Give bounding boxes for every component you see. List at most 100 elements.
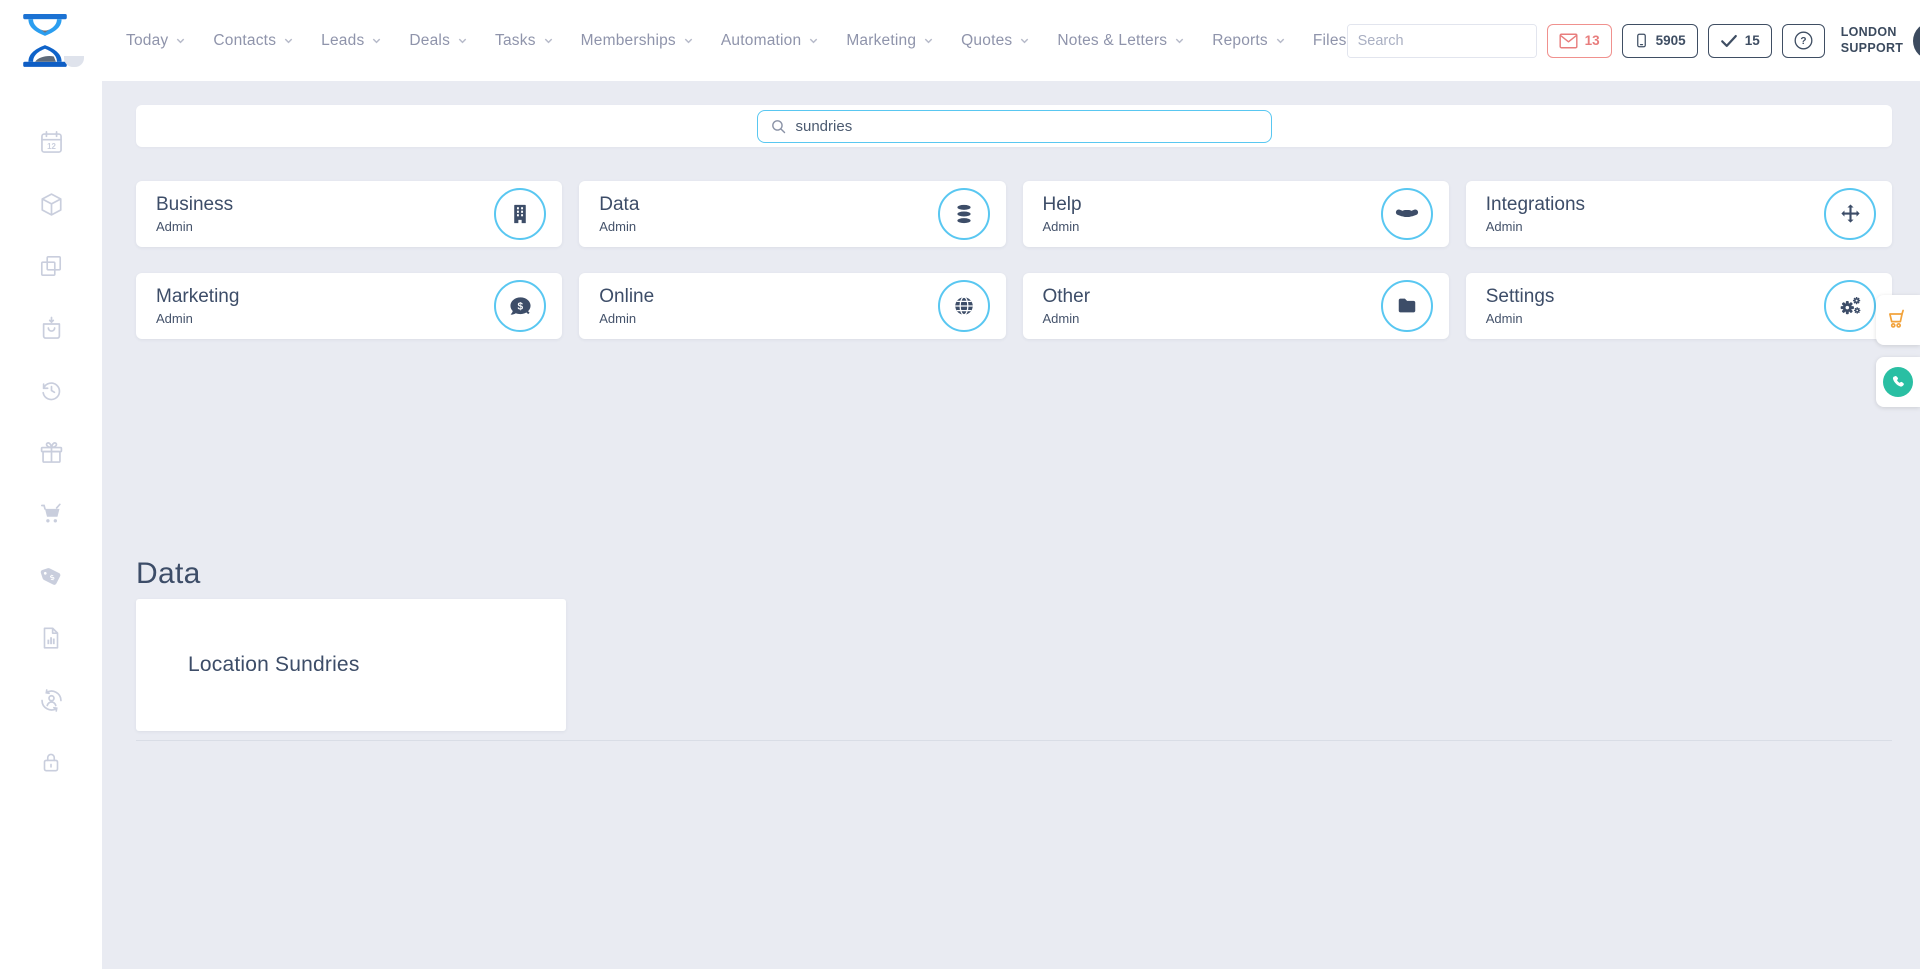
icon-sidebar: 12 $ bbox=[0, 81, 102, 969]
card-integrations-admin[interactable]: Integrations Admin bbox=[1465, 181, 1892, 247]
nav-label: Tasks bbox=[495, 31, 536, 49]
sidebar-item-packages[interactable] bbox=[37, 190, 65, 218]
gears-icon bbox=[1824, 280, 1876, 332]
nav-label: Reports bbox=[1212, 31, 1268, 49]
phone-circle bbox=[1883, 367, 1913, 397]
nav-item-reports[interactable]: Reports bbox=[1212, 32, 1286, 50]
pos-cart-tab[interactable] bbox=[1876, 295, 1920, 345]
card-settings-admin[interactable]: Settings Admin bbox=[1465, 273, 1892, 339]
results-section-heading: Data bbox=[136, 557, 201, 590]
nav-item-deals[interactable]: Deals bbox=[409, 32, 468, 50]
phone-tab[interactable] bbox=[1876, 357, 1920, 407]
sidebar-item-collect-orders[interactable] bbox=[37, 314, 65, 342]
nav-item-notes-letters[interactable]: Notes & Letters bbox=[1057, 32, 1185, 50]
bag-collect-icon bbox=[42, 316, 60, 339]
nav-label: Deals bbox=[409, 31, 451, 49]
help-badge[interactable]: ? bbox=[1781, 23, 1825, 58]
nav-item-marketing[interactable]: Marketing bbox=[846, 32, 934, 50]
sidebar-item-calendar[interactable]: 12 bbox=[37, 128, 65, 156]
nav-label: Notes & Letters bbox=[1057, 31, 1168, 49]
chevron-down-icon bbox=[544, 38, 552, 44]
nav-item-tasks[interactable]: Tasks bbox=[495, 32, 554, 50]
card-text: Other Admin bbox=[1042, 286, 1091, 326]
folder-icon bbox=[1380, 280, 1433, 332]
comment-dollar-icon: $ bbox=[494, 280, 547, 332]
question-circle-icon: ? bbox=[1794, 31, 1813, 50]
card-text: Data Admin bbox=[599, 194, 640, 234]
sidebar-item-reports[interactable] bbox=[37, 624, 65, 652]
mobile-icon bbox=[1636, 33, 1646, 48]
chevron-down-icon bbox=[177, 38, 185, 44]
nav-label: Marketing bbox=[846, 31, 917, 49]
user-name: LONDON SUPPORT bbox=[1840, 24, 1904, 55]
envelope-icon bbox=[1559, 33, 1578, 48]
cart-icon bbox=[40, 503, 61, 522]
member-sync-icon bbox=[40, 688, 62, 712]
tasks-badge[interactable]: 15 bbox=[1707, 23, 1772, 58]
card-online-admin[interactable]: Online Admin bbox=[579, 273, 1006, 339]
section-divider bbox=[136, 740, 1892, 741]
nav-item-quotes[interactable]: Quotes bbox=[961, 32, 1030, 50]
svg-text:12: 12 bbox=[47, 141, 56, 150]
sidebar-item-member-sync[interactable] bbox=[37, 686, 65, 714]
report-icon bbox=[43, 627, 59, 649]
nav-item-automation[interactable]: Automation bbox=[721, 32, 819, 50]
chevron-down-icon bbox=[1021, 38, 1029, 44]
card-text: Settings Admin bbox=[1485, 286, 1555, 326]
card-data-admin[interactable]: Data Admin bbox=[579, 181, 1006, 247]
tasks-count: 15 bbox=[1744, 33, 1760, 48]
nav-item-leads[interactable]: Leads bbox=[321, 32, 382, 50]
sidebar-item-duplicates[interactable] bbox=[37, 252, 65, 280]
page: Today Contacts Leads Deals Tasks Members… bbox=[0, 0, 1920, 969]
app-logo[interactable] bbox=[20, 9, 70, 73]
card-text: Help Admin bbox=[1042, 194, 1082, 234]
pos-cart-icon bbox=[1889, 309, 1904, 328]
cube-icon bbox=[40, 192, 62, 216]
module-search-box bbox=[756, 109, 1272, 143]
nav-item-contacts[interactable]: Contacts bbox=[213, 32, 294, 50]
chevron-down-icon bbox=[373, 38, 381, 44]
category-cards-grid: Business Admin Data Admin Help Admin Int… bbox=[136, 181, 1892, 339]
card-help-admin[interactable]: Help Admin bbox=[1022, 181, 1449, 247]
nav-item-today[interactable]: Today bbox=[126, 32, 186, 50]
user-avatar[interactable] bbox=[1913, 22, 1920, 60]
svg-text:$: $ bbox=[517, 301, 523, 312]
main-nav: Today Contacts Leads Deals Tasks Members… bbox=[126, 32, 1347, 50]
person-icon bbox=[1913, 25, 1920, 56]
sms-badge[interactable]: 5905 bbox=[1621, 23, 1698, 58]
chevron-down-icon bbox=[810, 38, 818, 44]
handshake-icon bbox=[1380, 188, 1433, 240]
nav-label: Contacts bbox=[213, 31, 277, 49]
module-search-band bbox=[136, 105, 1892, 147]
database-icon bbox=[937, 188, 990, 240]
card-business-admin[interactable]: Business Admin bbox=[136, 181, 563, 247]
sidebar-item-pricing[interactable]: $ bbox=[37, 562, 65, 590]
global-search-input[interactable] bbox=[1347, 24, 1536, 57]
nav-item-memberships[interactable]: Memberships bbox=[581, 32, 694, 50]
hourglass-logo-icon bbox=[23, 13, 67, 67]
check-icon bbox=[1720, 34, 1737, 47]
result-location-sundries[interactable]: Location Sundries bbox=[136, 599, 566, 731]
card-text: Integrations Admin bbox=[1485, 194, 1586, 234]
chevron-down-icon bbox=[684, 38, 693, 44]
top-bar: Today Contacts Leads Deals Tasks Members… bbox=[0, 0, 1920, 81]
sidebar-item-security[interactable] bbox=[37, 748, 65, 776]
sidebar-toggle-tab[interactable] bbox=[64, 56, 84, 67]
nav-label: Today bbox=[126, 31, 169, 49]
card-marketing-admin[interactable]: Marketing Admin $ bbox=[136, 273, 563, 339]
card-other-admin[interactable]: Other Admin bbox=[1022, 273, 1449, 339]
search-icon bbox=[771, 119, 785, 133]
move-arrows-icon bbox=[1824, 188, 1876, 240]
module-search-input[interactable] bbox=[795, 117, 1259, 135]
sidebar-item-rewards[interactable] bbox=[37, 438, 65, 466]
phone-icon bbox=[1892, 376, 1904, 387]
sidebar-item-point-of-sale[interactable] bbox=[37, 500, 65, 528]
gift-icon bbox=[40, 441, 62, 463]
copy-icon bbox=[40, 255, 62, 277]
nav-item-files[interactable]: Files bbox=[1313, 32, 1347, 50]
card-text: Business Admin bbox=[156, 194, 234, 234]
sidebar-item-history[interactable] bbox=[37, 376, 65, 404]
svg-text:?: ? bbox=[1800, 36, 1806, 47]
chevron-down-icon bbox=[1276, 38, 1285, 44]
messages-badge[interactable]: 13 bbox=[1546, 23, 1612, 58]
